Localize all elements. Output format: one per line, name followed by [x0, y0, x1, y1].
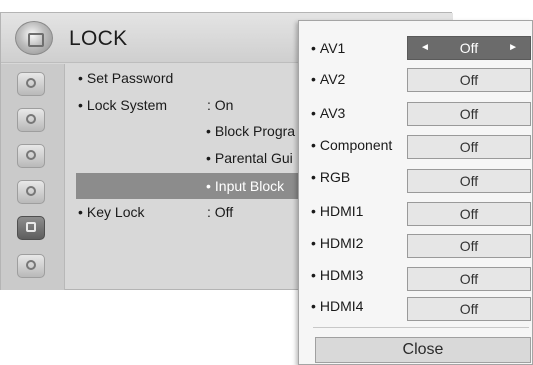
- input-label-component: Component: [311, 137, 392, 153]
- input-component-value[interactable]: Off: [407, 135, 531, 159]
- input-hdmi3-value[interactable]: Off: [407, 267, 531, 291]
- input-label-rgb: RGB: [311, 169, 350, 185]
- input-label-hdmi4: HDMI4: [311, 298, 364, 314]
- menu-item-key-lock[interactable]: Key Lock: [78, 204, 145, 220]
- sub-item-parental-guidance[interactable]: Parental Gui: [206, 150, 293, 166]
- lock-category-icon: [15, 21, 53, 55]
- menu-item-lock-system[interactable]: Lock System: [78, 97, 167, 113]
- input-hdmi4-value[interactable]: Off: [407, 297, 531, 321]
- sub-item-block-program[interactable]: Block Progra: [206, 123, 295, 139]
- input-label-av3: AV3: [311, 105, 345, 121]
- key-lock-value: : Off: [207, 204, 234, 220]
- popup-divider: [313, 327, 529, 328]
- usb-icon[interactable]: [17, 254, 45, 278]
- input-av2-value[interactable]: Off: [407, 68, 531, 92]
- time-icon[interactable]: [17, 144, 45, 168]
- close-button[interactable]: Close: [315, 337, 531, 363]
- input-label-av2: AV2: [311, 71, 345, 87]
- input-hdmi1-value[interactable]: Off: [407, 202, 531, 226]
- menu-title: LOCK: [69, 27, 128, 50]
- menu-item-set-password[interactable]: Set Password: [78, 70, 173, 86]
- input-label-hdmi2: HDMI2: [311, 235, 364, 251]
- input-label-hdmi3: HDMI3: [311, 267, 364, 283]
- category-sidebar: [1, 64, 65, 290]
- input-hdmi2-value[interactable]: Off: [407, 234, 531, 258]
- input-av3-value[interactable]: Off: [407, 102, 531, 126]
- lock-system-value: : On: [207, 97, 234, 113]
- picture-icon[interactable]: [17, 72, 45, 96]
- input-label-hdmi1: HDMI1: [311, 203, 364, 219]
- arrow-right-icon[interactable]: ►: [508, 37, 518, 59]
- arrow-left-icon[interactable]: ◄: [420, 37, 430, 59]
- option-icon[interactable]: [17, 180, 45, 204]
- input-av1-value: Off: [459, 40, 479, 56]
- input-av1-selector[interactable]: ◄ Off ►: [407, 36, 531, 60]
- lock-icon[interactable]: [17, 216, 45, 240]
- audio-icon[interactable]: [17, 108, 45, 132]
- sub-item-input-block[interactable]: Input Block: [206, 178, 284, 194]
- input-block-popup: AV1 ◄ Off ► AV2 Off AV3 Off Component Of…: [298, 20, 533, 365]
- input-label-av1: AV1: [311, 40, 345, 56]
- input-rgb-value[interactable]: Off: [407, 169, 531, 193]
